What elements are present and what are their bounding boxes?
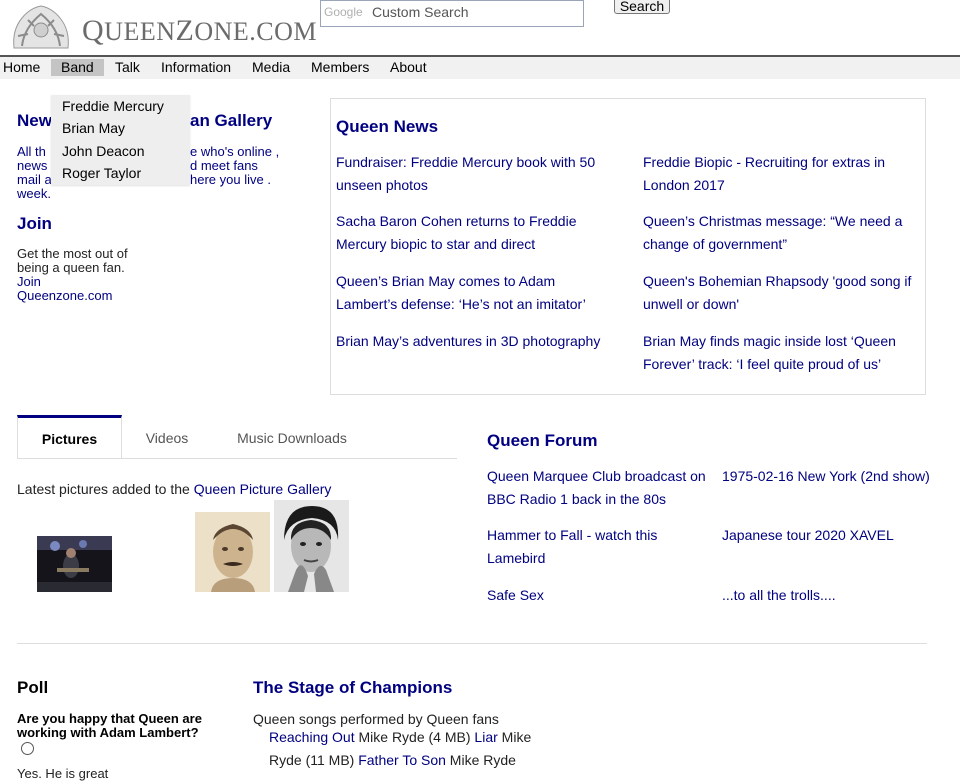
picture-thumbnail[interactable]	[274, 500, 349, 592]
fan-gallery-heading: an Gallery	[190, 111, 273, 130]
section-divider	[17, 643, 927, 644]
poll-radio-option[interactable]	[21, 742, 34, 755]
latest-prefix: Latest pictures added to the	[17, 481, 190, 497]
nav-about[interactable]: About	[390, 59, 427, 76]
intro-text-right-3: here you live .	[190, 172, 271, 187]
nav-information[interactable]: Information	[161, 59, 231, 76]
news-link[interactable]: Fundraiser: Freddie Mercury book with 50…	[336, 151, 616, 196]
intro-text-left-2: news	[17, 158, 48, 173]
nav-talk[interactable]: Talk	[115, 59, 140, 76]
latest-pictures-text: Latest pictures added to the Queen Pictu…	[17, 481, 331, 497]
forum-link[interactable]: 1975-02-16 New York (2nd show)	[722, 465, 942, 488]
nav-home[interactable]: Home	[3, 59, 40, 76]
news-link[interactable]: Brian May’s adventures in 3D photography	[336, 330, 616, 353]
intro-text-right-1: e who's online ,	[190, 144, 280, 159]
site-logo-text[interactable]: QUEENZONE.COM	[82, 14, 317, 48]
news-link[interactable]: Queen’s Christmas message: “We need a ch…	[643, 210, 923, 255]
song-performer: Mike Ryde	[449, 752, 516, 768]
nav-media[interactable]: Media	[252, 59, 290, 76]
nav-band[interactable]: Band	[51, 59, 104, 76]
main-nav: Home Band Talk Information Media Members…	[0, 57, 960, 79]
forum-link[interactable]: Queen Marquee Club broadcast on BBC Radi…	[487, 465, 707, 510]
site-header: QUEENZONE.COM Google Custom Search Searc…	[0, 0, 960, 57]
newsletter-heading: New	[17, 111, 52, 130]
join-link[interactable]: Join Queenzone.com	[17, 275, 127, 303]
forum-link[interactable]: Japanese tour 2020 XAVEL	[722, 524, 942, 547]
band-dropdown-menu: Freddie Mercury Brian May John Deacon Ro…	[51, 95, 190, 185]
forum-link[interactable]: Safe Sex	[487, 584, 707, 607]
song-link[interactable]: Father To Son	[358, 752, 446, 768]
forum-title: Queen Forum	[487, 431, 598, 450]
picture-thumbnail[interactable]	[195, 512, 270, 592]
join-heading: Join	[17, 214, 52, 233]
intro-text-left-4: week.	[17, 186, 51, 201]
dropdown-item-john-deacon[interactable]: John Deacon	[62, 143, 145, 159]
picture-gallery-link[interactable]: Queen Picture Gallery	[194, 481, 332, 497]
queen-crest-logo[interactable]	[8, 0, 74, 52]
join-text: Get the most out of being a queen fan.	[17, 246, 128, 275]
song-link[interactable]: Liar	[474, 729, 497, 745]
dropdown-item-brian-may[interactable]: Brian May	[62, 120, 125, 136]
dropdown-item-roger-taylor[interactable]: Roger Taylor	[62, 165, 141, 181]
poll-title: Poll	[17, 678, 49, 697]
nav-members[interactable]: Members	[311, 59, 369, 76]
google-label: Google	[324, 5, 363, 19]
tab-videos[interactable]: Videos	[127, 415, 207, 457]
search-button[interactable]: Search	[614, 0, 670, 14]
intro-text-left-3: mail a	[17, 172, 52, 187]
forum-link[interactable]: Hammer to Fall - watch this Lamebird	[487, 524, 687, 569]
tab-pictures[interactable]: Pictures	[17, 415, 122, 458]
song-performer: Mike Ryde (4 MB)	[358, 729, 471, 745]
forum-link[interactable]: ...to all the trolls....	[722, 584, 942, 607]
tab-music-downloads[interactable]: Music Downloads	[222, 415, 362, 457]
news-link[interactable]: Queen’s Brian May comes to Adam Lambert’…	[336, 270, 616, 315]
picture-thumbnail[interactable]	[37, 536, 112, 592]
song-link[interactable]: Reaching Out	[269, 729, 355, 745]
news-link[interactable]: Freddie Biopic - Recruiting for extras i…	[643, 151, 923, 196]
stage-title: The Stage of Champions	[253, 678, 453, 697]
search-placeholder: Custom Search	[372, 4, 469, 20]
news-title: Queen News	[336, 117, 439, 136]
stage-intro: Queen songs performed by Queen fans	[253, 711, 499, 727]
stage-song-list: Reaching Out Mike Ryde (4 MB) Liar Mike …	[269, 726, 559, 772]
news-link[interactable]: Queen's Bohemian Rhapsody 'good song if …	[643, 270, 923, 315]
intro-text-left-1: All th	[17, 144, 46, 159]
poll-question: Are you happy that Queen are working wit…	[17, 711, 202, 740]
intro-text-right-2: d meet fans	[190, 158, 258, 173]
dropdown-item-freddie-mercury[interactable]: Freddie Mercury	[62, 98, 164, 114]
media-tabs: Pictures Videos Music Downloads	[17, 415, 457, 459]
news-link[interactable]: Sacha Baron Cohen returns to Freddie Mer…	[336, 210, 616, 255]
search-input[interactable]: Google Custom Search	[320, 0, 584, 27]
news-link[interactable]: Brian May finds magic inside lost ‘Queen…	[643, 330, 923, 375]
